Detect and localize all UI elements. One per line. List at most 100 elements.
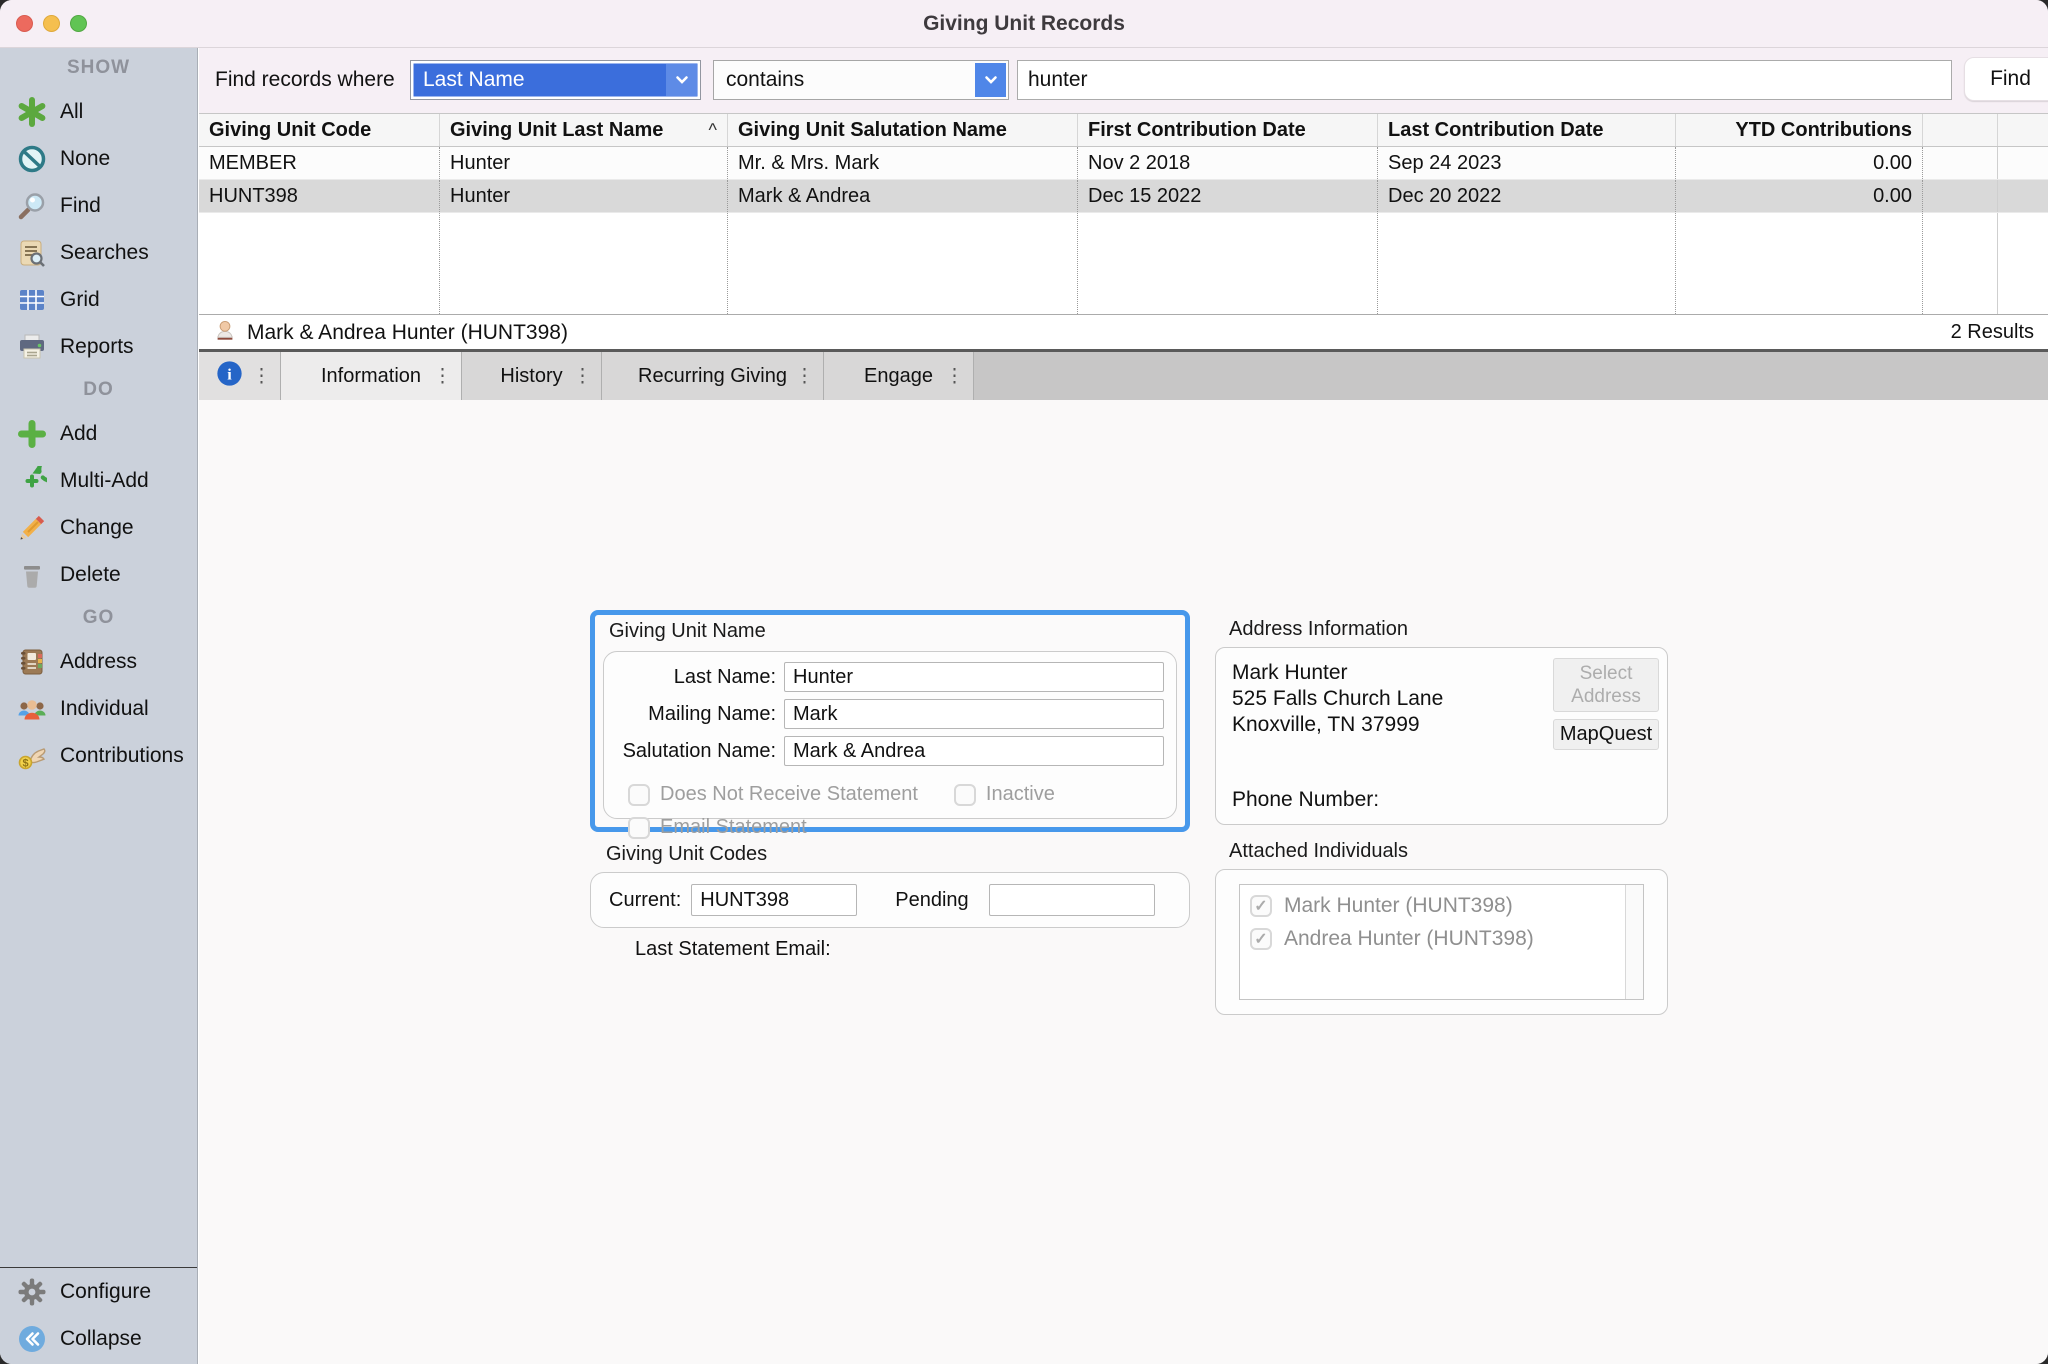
sidebar-item-grid[interactable]: Grid (0, 276, 197, 323)
sidebar-section-go: GO (0, 598, 197, 638)
sidebar-item-none[interactable]: None (0, 135, 197, 182)
chevron-down-icon (666, 64, 697, 96)
sidebar-item-configure[interactable]: Configure (0, 1268, 197, 1315)
results-count: 2 Results (1951, 321, 2034, 344)
field-select[interactable]: Last Name (410, 60, 701, 100)
column-header[interactable]: YTD Contributions (1676, 114, 1923, 146)
info-tab-segment[interactable]: i ⋮ (199, 352, 281, 400)
circular-plus-icon (16, 465, 48, 497)
tab-recurring-giving[interactable]: Recurring Giving ⋮ (602, 352, 824, 400)
mailing-name-field[interactable] (784, 699, 1164, 729)
cell-first-contribution: Nov 2 2018 (1078, 147, 1378, 179)
column-header[interactable]: Giving Unit Salutation Name (728, 114, 1078, 146)
cell-ytd: 0.00 (1676, 180, 1923, 212)
salutation-name-field[interactable] (784, 736, 1164, 766)
table-row-selected[interactable]: HUNT398 Hunter Mark & Andrea Dec 15 2022… (199, 180, 2048, 213)
sidebar-item-add[interactable]: Add (0, 410, 197, 457)
empty-cell (440, 213, 728, 314)
tab-menu-dots[interactable]: ⋮ (433, 365, 452, 388)
sidebar-item-address[interactable]: Address (0, 638, 197, 685)
field-select-value: Last Name (423, 68, 525, 92)
sidebar-item-label: Delete (60, 563, 121, 587)
sidebar-item-collapse[interactable]: Collapse (0, 1315, 197, 1362)
giving-unit-codes-fieldset: Current: Pending (590, 872, 1190, 928)
sidebar-item-reports[interactable]: Reports (0, 323, 197, 370)
sidebar-item-delete[interactable]: Delete (0, 551, 197, 598)
group-legend: Giving Unit Codes (606, 843, 1190, 866)
tab-menu-dots[interactable]: ⋮ (252, 365, 271, 388)
list-scrollbar[interactable] (1625, 885, 1643, 999)
table-row[interactable]: MEMBER Hunter Mr. & Mrs. Mark Nov 2 2018… (199, 147, 2048, 180)
cell-last-contribution: Dec 20 2022 (1378, 180, 1676, 212)
tab-menu-dots[interactable]: ⋮ (945, 365, 964, 388)
checkbox-unchecked[interactable] (954, 784, 976, 806)
sidebar-item-contributions[interactable]: $ Contributions (0, 732, 197, 779)
sidebar-item-individual[interactable]: Individual (0, 685, 197, 732)
cell-last-name: Hunter (440, 147, 728, 179)
last-statement-email-label: Last Statement Email: (635, 938, 831, 961)
current-code-label: Current: (609, 889, 681, 912)
circle-slash-icon (16, 143, 48, 175)
sidebar-item-multi-add[interactable]: Multi-Add (0, 457, 197, 504)
tab-bar: i ⋮ Information ⋮ History ⋮ Recurring Gi… (199, 352, 2048, 400)
tab-menu-dots[interactable]: ⋮ (795, 365, 814, 388)
tab-information[interactable]: Information ⋮ (281, 352, 462, 400)
sidebar-section-show: SHOW (0, 48, 197, 88)
does-not-receive-statement-option: Does Not Receive Statement (628, 783, 918, 806)
table-empty-area (199, 213, 2048, 314)
column-header-spacer (1923, 114, 1998, 146)
information-tab-content: Giving Unit Name Last Name: Mailing Name… (199, 400, 2048, 1364)
checkbox-unchecked[interactable] (628, 784, 650, 806)
cell-gutter (1998, 147, 2048, 179)
find-bar: Find records where Last Name contains Fi… (199, 48, 2048, 113)
hand-coin-icon: $ (16, 740, 48, 772)
plus-icon (16, 418, 48, 450)
cell-ytd: 0.00 (1676, 147, 1923, 179)
list-item[interactable]: ✓ Andrea Hunter (HUNT398) (1250, 927, 1643, 951)
sidebar-item-label: Change (60, 516, 134, 540)
sidebar-item-all[interactable]: All (0, 88, 197, 135)
minimize-button[interactable] (43, 15, 60, 32)
column-header[interactable]: Giving Unit Code (199, 114, 440, 146)
last-name-label: Last Name: (616, 666, 784, 689)
asterisk-icon (16, 96, 48, 128)
select-address-button[interactable]: Select Address (1553, 658, 1659, 712)
giving-unit-records-window: Giving Unit Records SHOW All None Find S… (0, 0, 2048, 1364)
tab-engage[interactable]: Engage ⋮ (824, 352, 974, 400)
tab-menu-dots[interactable]: ⋮ (573, 365, 592, 388)
sidebar-item-label: Address (60, 650, 137, 674)
trash-icon (16, 559, 48, 591)
last-name-field[interactable] (784, 662, 1164, 692)
close-button[interactable] (16, 15, 33, 32)
column-header[interactable]: First Contribution Date (1078, 114, 1378, 146)
chevron-down-icon (975, 63, 1006, 97)
current-code-field[interactable] (691, 884, 857, 916)
checkbox-checked[interactable]: ✓ (1250, 895, 1272, 917)
mapquest-button[interactable]: MapQuest (1553, 719, 1659, 750)
collapse-chevrons-icon (16, 1323, 48, 1355)
empty-cell (1378, 213, 1676, 314)
saved-search-icon (16, 237, 48, 269)
sidebar-item-searches[interactable]: Searches (0, 229, 197, 276)
search-input[interactable] (1017, 60, 1952, 100)
column-header[interactable]: Last Contribution Date (1378, 114, 1676, 146)
operator-select[interactable]: contains (713, 60, 1009, 100)
column-header-sorted[interactable]: Giving Unit Last Name^ (440, 114, 728, 146)
tab-history[interactable]: History ⋮ (462, 352, 602, 400)
sidebar-item-change[interactable]: Change (0, 504, 197, 551)
list-item[interactable]: ✓ Mark Hunter (HUNT398) (1250, 894, 1643, 918)
sidebar-item-find[interactable]: Find (0, 182, 197, 229)
checkbox-unchecked[interactable] (628, 817, 650, 839)
sidebar-item-label: Add (60, 422, 97, 446)
cell-last-contribution: Sep 24 2023 (1378, 147, 1676, 179)
empty-cell (728, 213, 1078, 314)
pending-code-field[interactable] (989, 884, 1155, 916)
magnifier-icon (16, 190, 48, 222)
zoom-button[interactable] (70, 15, 87, 32)
checkbox-checked[interactable]: ✓ (1250, 928, 1272, 950)
pencil-icon (16, 512, 48, 544)
address-information-fieldset: Mark Hunter 525 Falls Church Lane Knoxvi… (1215, 647, 1668, 825)
mailing-name-label: Mailing Name: (616, 703, 784, 726)
results-table: Giving Unit Code Giving Unit Last Name^ … (199, 113, 2048, 315)
find-button[interactable]: Find (1964, 57, 2048, 101)
